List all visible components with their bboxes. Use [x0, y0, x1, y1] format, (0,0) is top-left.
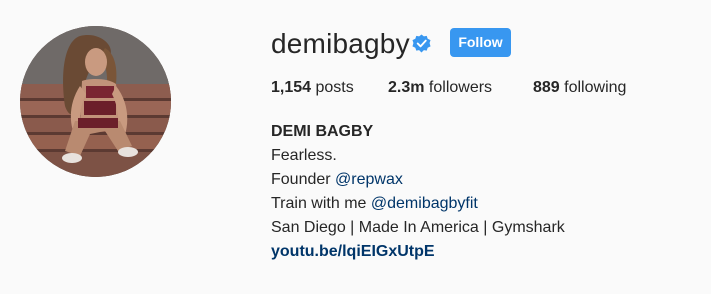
full-name: DEMI BAGBY: [271, 123, 374, 140]
profile-bio: DEMI BAGBY Fearless. Founder @repwax Tra…: [271, 120, 565, 264]
followers-value: 2.3m: [388, 79, 425, 96]
website-link[interactable]: youtu.be/lqiEIGxUtpE: [271, 240, 565, 264]
followers-count[interactable]: 2.3m followers: [388, 78, 492, 98]
bio-line-founder: Founder @repwax: [271, 168, 565, 192]
mention-demibagbyfit[interactable]: @demibagbyfit: [371, 195, 478, 212]
bio-line-train: Train with me @demibagbyfit: [271, 192, 565, 216]
following-label: following: [564, 79, 627, 96]
followers-label: followers: [428, 79, 493, 96]
follow-button[interactable]: Follow: [450, 28, 511, 57]
posts-label: posts: [315, 79, 354, 96]
bio-line-fearless: Fearless.: [271, 147, 337, 164]
profile-avatar[interactable]: [20, 26, 171, 177]
posts-value: 1,154: [271, 79, 312, 96]
founder-text: Founder: [271, 171, 331, 188]
mention-repwax[interactable]: @repwax: [335, 171, 403, 188]
train-text: Train with me: [271, 195, 367, 212]
username: demibagby: [271, 28, 410, 59]
verified-badge-icon: [412, 34, 431, 53]
bio-line-location: San Diego | Made In America | Gymshark: [271, 219, 565, 236]
following-count[interactable]: 889 following: [533, 78, 626, 98]
posts-count: 1,154 posts: [271, 78, 354, 98]
profile-photo: [20, 26, 171, 177]
following-value: 889: [533, 79, 560, 96]
